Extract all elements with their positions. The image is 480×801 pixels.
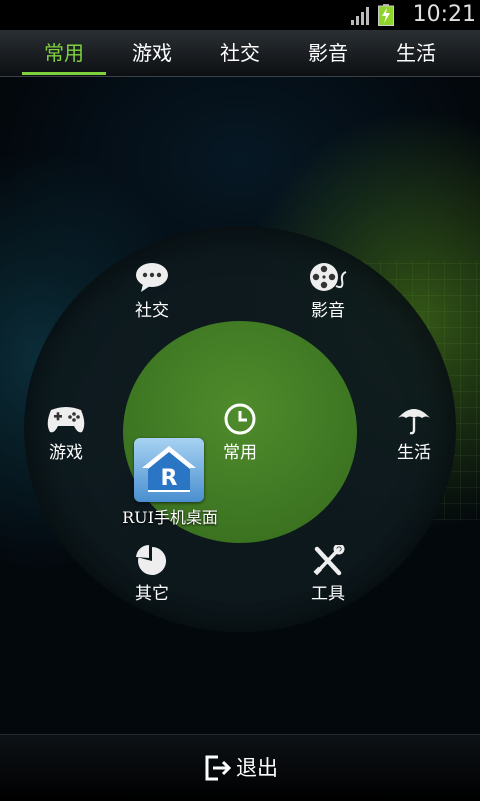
svg-text:R: R bbox=[161, 466, 178, 491]
wheel-item-common[interactable]: 常用 bbox=[190, 402, 290, 466]
wheel-item-other[interactable]: 其它 bbox=[102, 545, 202, 609]
active-tab-indicator bbox=[22, 72, 106, 75]
film-reel-icon bbox=[310, 263, 347, 291]
wheel-item-label: 影音 bbox=[311, 301, 345, 321]
status-bar: 10:21 bbox=[0, 0, 480, 30]
wheel-item-media[interactable]: 影音 bbox=[278, 260, 378, 324]
clock-icon bbox=[224, 403, 256, 435]
tab-media[interactable]: 影音 bbox=[280, 30, 376, 76]
wrench-screwdriver-icon bbox=[313, 545, 345, 576]
wheel-item-life[interactable]: 生活 bbox=[364, 402, 464, 466]
gamepad-icon bbox=[47, 407, 85, 433]
tab-social[interactable]: 社交 bbox=[192, 30, 288, 76]
rui-launcher-shortcut[interactable]: R bbox=[134, 438, 204, 502]
wheel-item-tools[interactable]: 工具 bbox=[278, 545, 378, 609]
signal-strength-icon bbox=[351, 7, 369, 25]
wheel-item-label: 常用 bbox=[223, 443, 257, 463]
category-tab-bar: 常用 游戏 社交 影音 生活 bbox=[0, 30, 480, 77]
exit-button[interactable]: 退出 bbox=[196, 751, 296, 785]
wheel-item-label: 其它 bbox=[135, 584, 169, 604]
exit-label: 退出 bbox=[236, 756, 278, 780]
battery-charging-icon bbox=[378, 4, 394, 26]
wheel-item-label: 游戏 bbox=[49, 443, 83, 463]
wheel-item-social[interactable]: 社交 bbox=[102, 260, 202, 324]
wheel-item-label: 社交 bbox=[135, 301, 169, 321]
wheel-item-label: 工具 bbox=[311, 584, 345, 604]
rui-launcher-label: RUI手机桌面 bbox=[122, 508, 218, 527]
bottom-bar: 退出 bbox=[0, 734, 480, 801]
status-clock: 10:21 bbox=[412, 2, 476, 27]
tab-games[interactable]: 游戏 bbox=[104, 30, 200, 76]
exit-icon bbox=[205, 755, 232, 781]
umbrella-icon bbox=[398, 409, 430, 435]
rui-house-icon: R bbox=[142, 446, 196, 492]
pie-chart-icon bbox=[136, 545, 167, 575]
tab-life[interactable]: 生活 bbox=[368, 30, 464, 76]
wheel-item-label: 生活 bbox=[397, 443, 431, 463]
chat-bubble-icon bbox=[136, 263, 168, 292]
wheel-item-games[interactable]: 游戏 bbox=[16, 402, 116, 466]
tab-common[interactable]: 常用 bbox=[16, 30, 112, 76]
